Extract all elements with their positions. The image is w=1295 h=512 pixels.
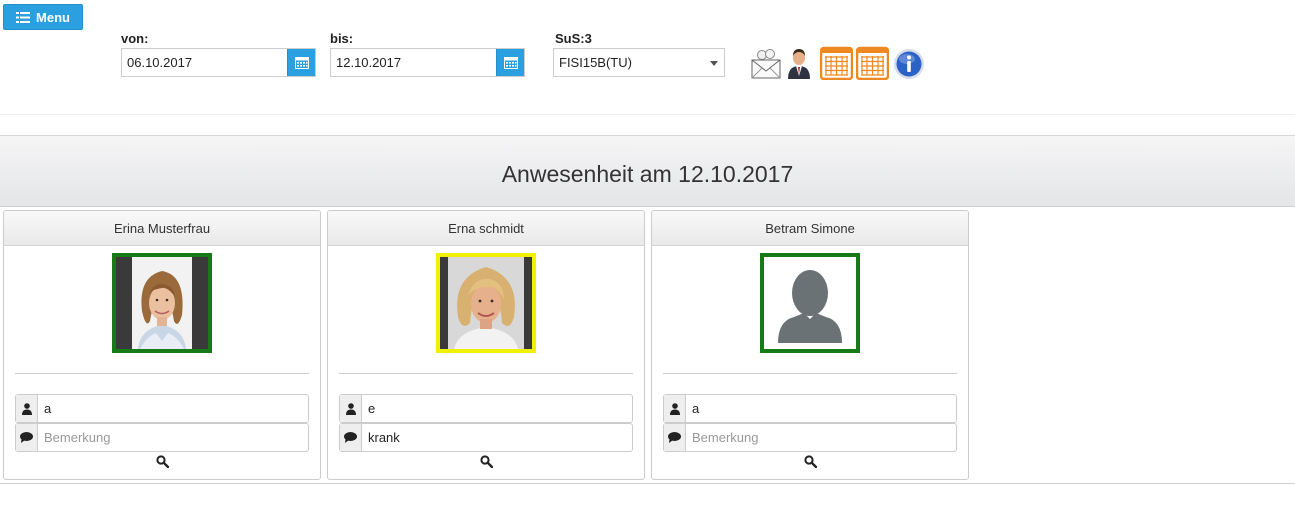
remark-field — [663, 423, 957, 452]
to-calendar-button[interactable] — [496, 49, 524, 76]
user-icon — [16, 395, 38, 422]
calendar-month-button[interactable] — [855, 46, 890, 85]
user-icon — [664, 395, 686, 422]
info-icon — [894, 49, 924, 79]
teacher-icon — [788, 49, 810, 79]
page-title: Anwesenheit am 12.10.2017 — [501, 161, 794, 187]
remark-field — [339, 423, 633, 452]
card-divider — [15, 373, 309, 374]
user-icon — [340, 395, 362, 422]
calendar-icon — [503, 57, 518, 69]
remark-input[interactable] — [686, 424, 956, 451]
status-field — [15, 394, 309, 423]
student-photo[interactable] — [436, 253, 536, 353]
status-input[interactable] — [38, 395, 308, 422]
remark-field — [15, 423, 309, 452]
toolbar-divider — [0, 114, 1295, 115]
student-card: Betram Simone — [651, 210, 969, 480]
comment-icon — [664, 424, 686, 451]
to-label: bis: — [330, 31, 354, 46]
status-field — [339, 394, 633, 423]
student-name: Erna schmidt — [328, 211, 644, 246]
mail-button[interactable] — [750, 46, 782, 85]
student-name: Betram Simone — [652, 211, 968, 246]
info-button[interactable] — [893, 48, 925, 85]
menu-label: Menu — [36, 9, 70, 25]
student-card: Erna schmidt — [327, 210, 645, 480]
from-date-field — [121, 48, 316, 77]
sus-count-label: SuS:3 — [555, 31, 592, 46]
class-select-value: FISI15B(TU) — [559, 55, 632, 70]
student-photo[interactable] — [760, 253, 860, 353]
from-label: von: — [121, 31, 149, 46]
from-calendar-button[interactable] — [287, 49, 315, 76]
calendar-week-button[interactable] — [819, 46, 854, 85]
mail-icon — [751, 49, 781, 79]
teacher-button[interactable] — [786, 46, 812, 85]
user-silhouette-icon — [764, 257, 856, 349]
student-name: Erina Musterfrau — [4, 211, 320, 246]
calendar-icon — [819, 46, 854, 81]
card-divider — [663, 373, 957, 374]
search-icon[interactable] — [156, 455, 170, 473]
status-input[interactable] — [686, 395, 956, 422]
comment-icon — [16, 424, 38, 451]
calendar-icon — [294, 57, 309, 69]
to-date-input[interactable] — [331, 49, 496, 76]
chevron-down-icon — [710, 61, 718, 66]
class-select[interactable]: FISI15B(TU) — [553, 48, 725, 77]
to-date-field — [330, 48, 525, 77]
portrait-image — [440, 257, 532, 349]
list-icon — [16, 11, 31, 23]
portrait-image — [116, 257, 208, 349]
student-card: Erina Musterfrau — [3, 210, 321, 480]
search-icon[interactable] — [804, 455, 818, 473]
status-input[interactable] — [362, 395, 632, 422]
student-photo[interactable] — [112, 253, 212, 353]
content-bottom-divider — [0, 483, 1295, 484]
comment-icon — [340, 424, 362, 451]
status-field — [663, 394, 957, 423]
calendar-icon — [855, 46, 890, 81]
card-divider — [339, 373, 633, 374]
from-date-input[interactable] — [122, 49, 287, 76]
remark-input[interactable] — [38, 424, 308, 451]
menu-button[interactable]: Menu — [3, 4, 83, 30]
remark-input[interactable] — [362, 424, 632, 451]
search-icon[interactable] — [480, 455, 494, 473]
